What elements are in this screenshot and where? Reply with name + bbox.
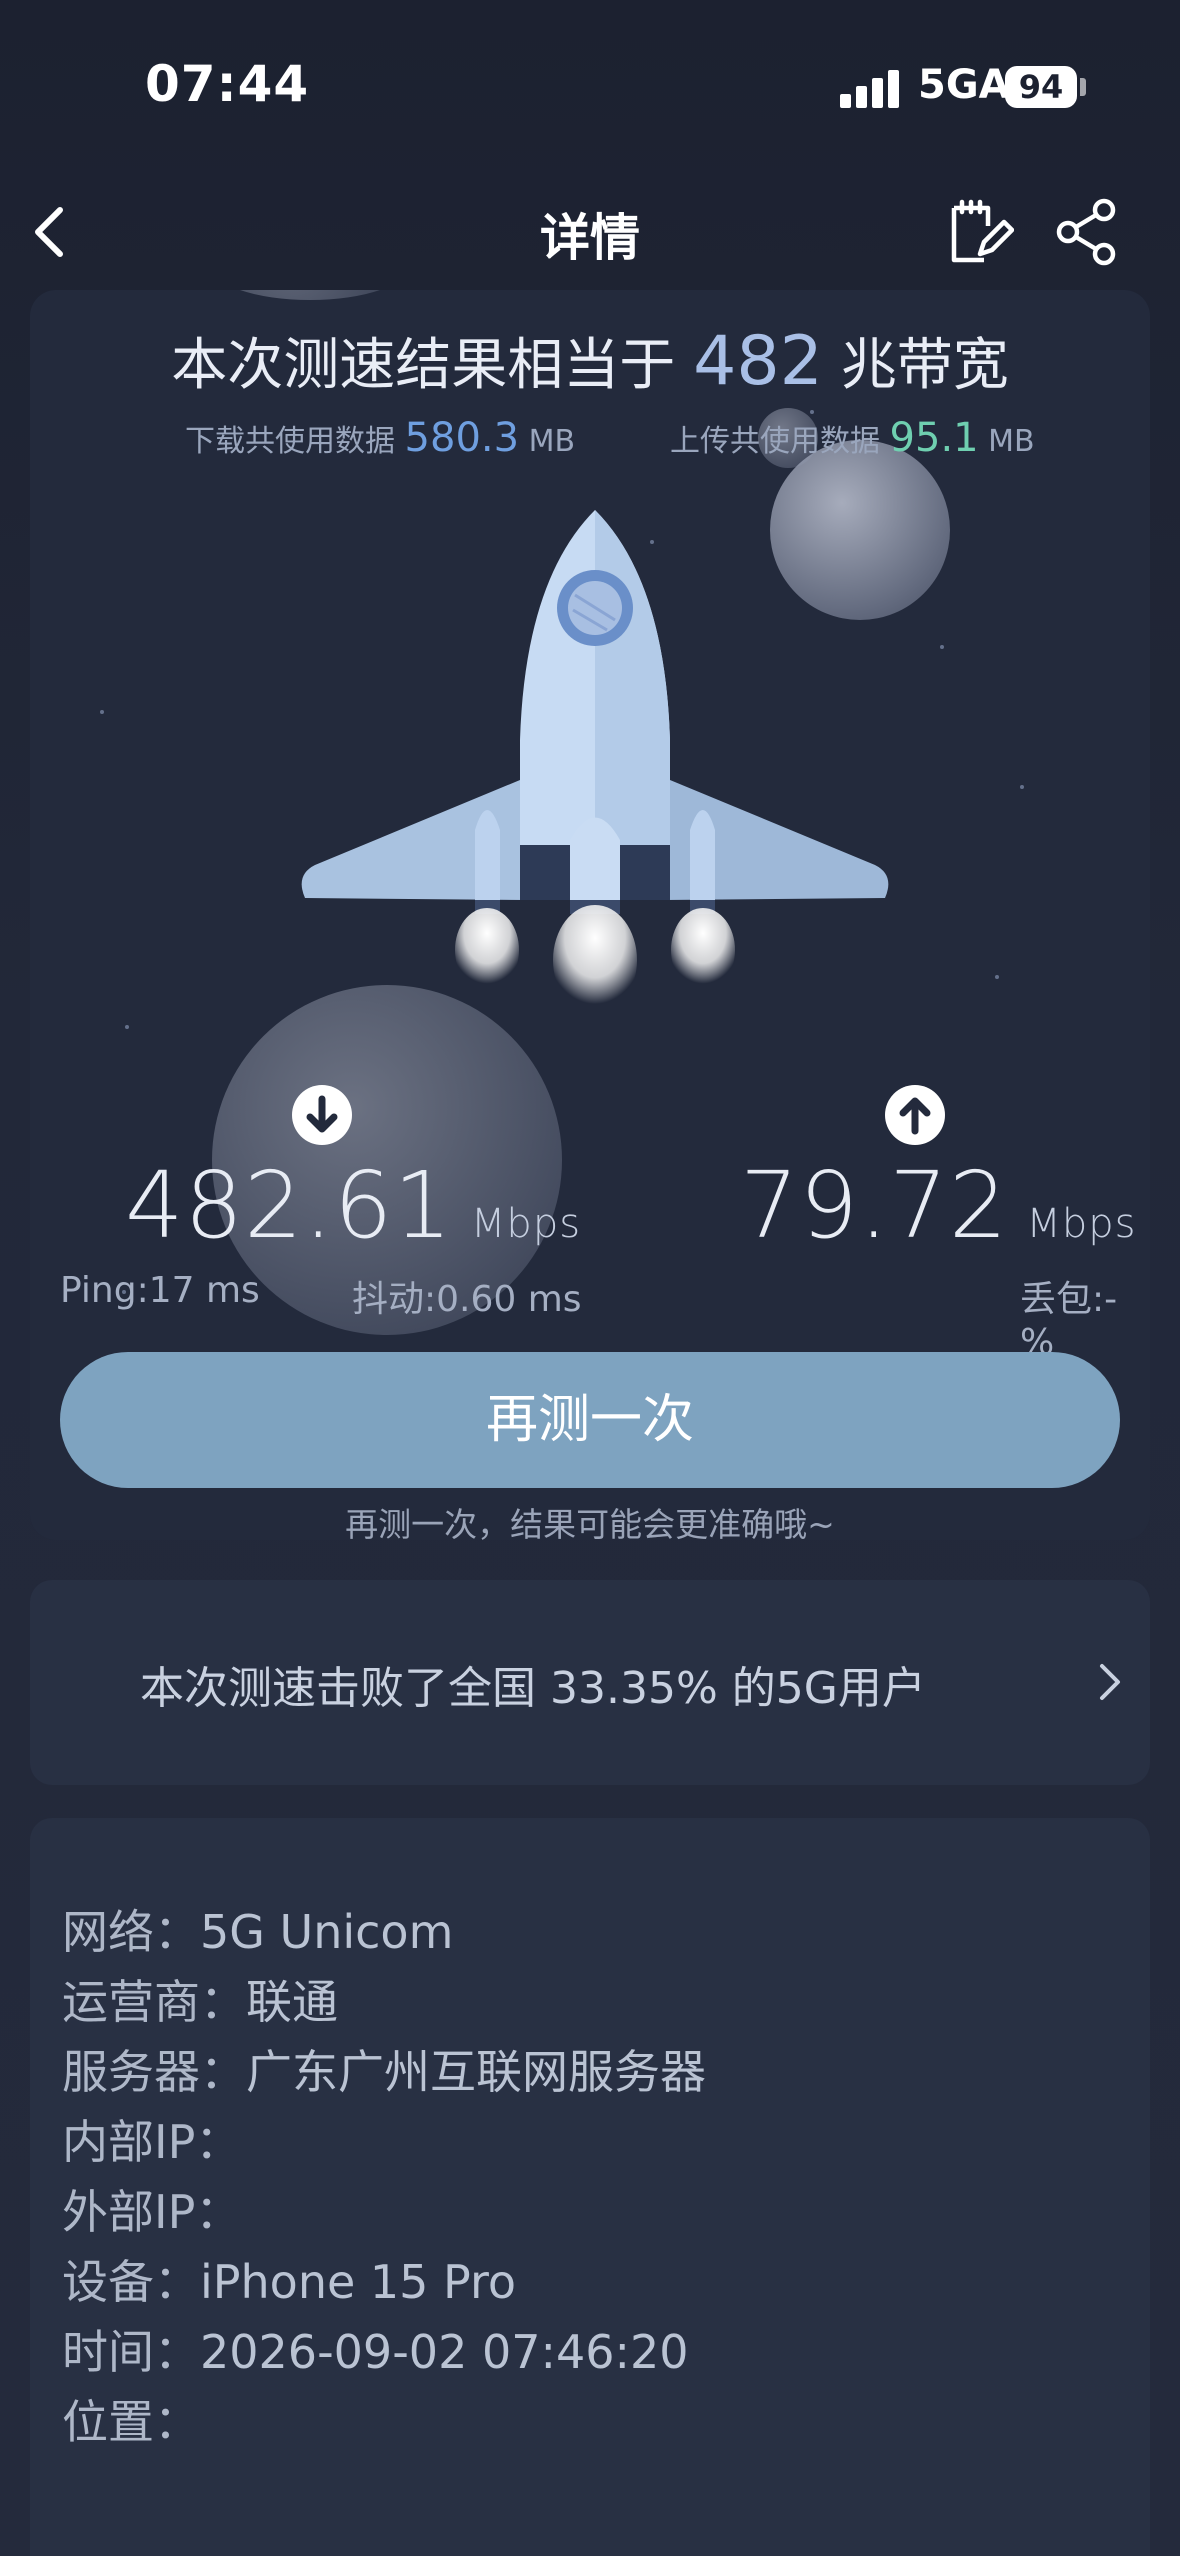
retest-hint: 再测一次，结果可能会更准确哦~ [345, 1505, 835, 1540]
info-row-server: 服务器：广东广州互联网服务器 [62, 2036, 706, 2102]
download-arrow-icon [292, 1085, 352, 1145]
info-value: 2026-09-02 07:46:20 [200, 2325, 689, 2379]
info-key: 网络： [62, 1905, 200, 1959]
download-speed-value: 482.61 [125, 1152, 453, 1259]
star-decoration [995, 975, 999, 979]
packet-loss-value: 丢包:-% [1020, 1279, 1118, 1363]
info-value: 广东广州互联网服务器 [246, 2045, 706, 2099]
upload-usage-label: 上传共使用数据 [670, 424, 880, 459]
star-decoration [100, 710, 104, 714]
star-decoration [810, 410, 814, 414]
bubble-decoration [210, 290, 410, 300]
signal-strength-icon [840, 70, 900, 108]
info-key: 外部IP： [62, 2185, 242, 2239]
star-decoration [125, 1025, 129, 1029]
info-key: 服务器： [62, 2045, 246, 2099]
info-key: 位置： [62, 2395, 200, 2449]
info-key: 设备： [62, 2255, 200, 2309]
info-row-location: 位置： [62, 2386, 200, 2452]
upload-arrow-icon [885, 1085, 945, 1145]
info-key: 内部IP： [62, 2115, 242, 2169]
info-row-external-ip: 外部IP： [62, 2176, 241, 2242]
info-row-carrier: 运营商：联通 [62, 1966, 338, 2032]
star-decoration [940, 645, 944, 649]
edit-note-button[interactable] [940, 192, 1015, 272]
ping-value: Ping:17 ms [60, 1270, 260, 1311]
share-button[interactable] [1050, 192, 1124, 272]
status-time: 07:44 [145, 55, 310, 113]
headline-suffix: 兆带宽 [840, 333, 1009, 398]
download-usage-value: 580.3 [404, 415, 520, 461]
info-row-device: 设备：iPhone 15 Pro [62, 2246, 516, 2312]
download-speed: 482.61 Mbps [125, 1152, 581, 1259]
jitter-value: 抖动:0.60 ms [352, 1279, 582, 1320]
nav-header: 详情 [0, 170, 1180, 290]
bandwidth-value: 482 [693, 322, 823, 401]
info-row-internal-ip: 内部IP： [62, 2106, 241, 2172]
upload-speed: 79.72 Mbps [740, 1152, 1137, 1259]
bandwidth-headline: 本次测速结果相当于 482 兆带宽 [30, 320, 1150, 401]
share-icon [1056, 198, 1116, 266]
download-speed-unit: Mbps [470, 1201, 582, 1247]
info-key: 运营商： [62, 1975, 246, 2029]
speed-test-detail-screen: 07:44 5GA 94 详情 本次测速结果相当于 482 兆带宽 下载共使用数… [0, 0, 1180, 2556]
info-value: 5G Unicom [200, 1905, 454, 1959]
info-value: 联通 [246, 1975, 338, 2029]
star-decoration [1020, 785, 1024, 789]
upload-usage-value: 95.1 [889, 415, 979, 461]
rank-text: 本次测速击败了全国 33.35% 的5G用户 [140, 1663, 926, 1714]
download-usage-label: 下载共使用数据 [185, 424, 395, 459]
status-bar: 07:44 5GA 94 [0, 0, 1180, 170]
battery-tip [1080, 78, 1086, 96]
info-value: iPhone 15 Pro [200, 2255, 517, 2309]
upload-speed-value: 79.72 [740, 1152, 1009, 1259]
download-usage: 下载共使用数据 580.3 MB [185, 415, 575, 461]
chevron-right-icon [1100, 1664, 1120, 1700]
result-card: 本次测速结果相当于 482 兆带宽 下载共使用数据 580.3 MB 上传共使用… [30, 290, 1150, 1540]
info-card: 网络：5G Unicom 运营商：联通 服务器：广东广州互联网服务器 内部IP：… [30, 1818, 1150, 2556]
info-key: 时间： [62, 2325, 200, 2379]
upload-usage-unit: MB [988, 424, 1035, 459]
edit-note-icon [951, 199, 1015, 263]
info-row-network: 网络：5G Unicom [62, 1896, 453, 1962]
info-row-time: 时间：2026-09-02 07:46:20 [62, 2316, 689, 2382]
rank-card[interactable]: 本次测速击败了全国 33.35% 的5G用户 [30, 1580, 1150, 1785]
headline-prefix: 本次测速结果相当于 [171, 333, 676, 398]
battery-icon: 94 [1005, 66, 1077, 108]
upload-speed-unit: Mbps [1026, 1201, 1137, 1247]
retest-button[interactable]: 再测一次 [60, 1352, 1120, 1488]
download-usage-unit: MB [528, 424, 576, 459]
network-type: 5GA [918, 62, 1010, 108]
upload-usage: 上传共使用数据 95.1 MB [670, 415, 1035, 461]
